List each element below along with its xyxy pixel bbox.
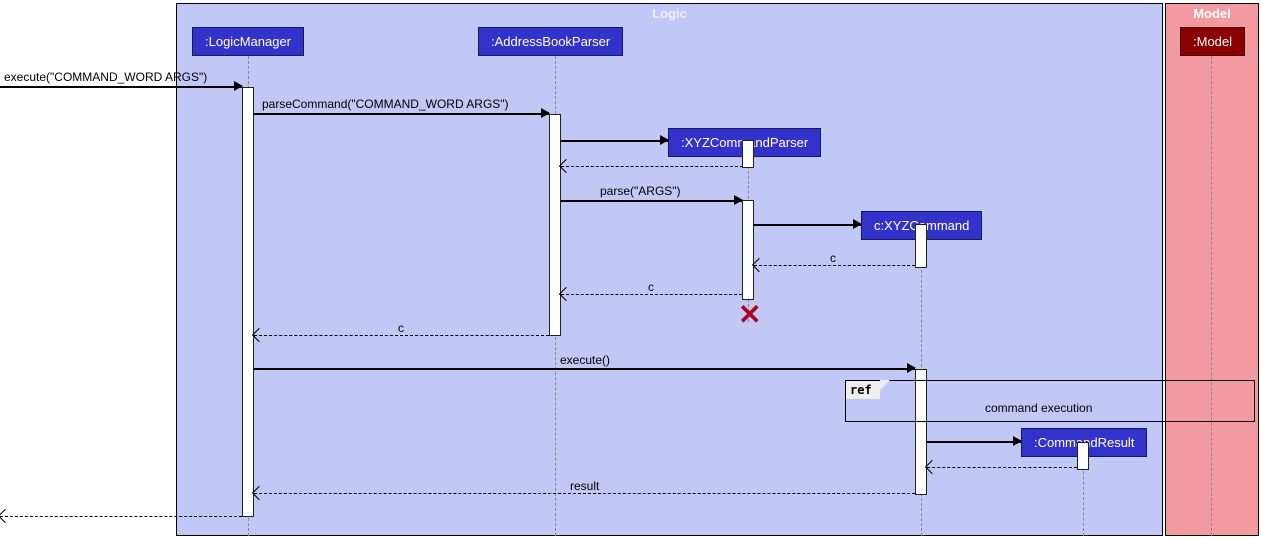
activation-xyzcommand-parser-1 bbox=[742, 140, 754, 168]
msg-m9: result bbox=[570, 479, 599, 493]
participant-model: :Model bbox=[1180, 27, 1245, 56]
arrow-return-xcp bbox=[561, 166, 743, 167]
arrow-final-return bbox=[0, 516, 242, 517]
arrow-m2 bbox=[254, 113, 549, 115]
activation-xyzcommand-1 bbox=[915, 224, 927, 268]
activation-addressbook-parser bbox=[549, 114, 561, 336]
arrow-m3 bbox=[561, 200, 742, 202]
model-region-label: Model bbox=[1165, 6, 1259, 21]
arrowhead-m7 bbox=[907, 363, 916, 373]
msg-m2: parseCommand("COMMAND_WORD ARGS") bbox=[262, 97, 509, 111]
msg-m8: command execution bbox=[985, 401, 1092, 415]
arrow-create-xcp bbox=[561, 140, 668, 142]
participant-logic-manager: :LogicManager bbox=[192, 27, 304, 56]
arrow-m4 bbox=[754, 265, 915, 266]
arrowhead-final-return bbox=[0, 509, 12, 523]
sequence-diagram: Logic Model :LogicManager :AddressBookPa… bbox=[0, 0, 1262, 539]
arrow-m7 bbox=[254, 368, 915, 370]
arrowhead-create-xcp bbox=[660, 135, 669, 145]
arrow-m9 bbox=[254, 493, 915, 494]
arrow-create-xc bbox=[754, 224, 861, 226]
msg-m5: c bbox=[648, 280, 654, 294]
msg-m4: c bbox=[830, 251, 836, 265]
arrowhead-m1 bbox=[234, 81, 243, 91]
msg-m1: execute("COMMAND_WORD ARGS") bbox=[4, 70, 207, 84]
arrow-m6 bbox=[254, 335, 549, 336]
arrowhead-create-xc bbox=[853, 219, 862, 229]
activation-logic-manager bbox=[242, 87, 254, 517]
msg-m3: parse("ARGS") bbox=[600, 184, 681, 198]
arrowhead-create-cr bbox=[1013, 436, 1022, 446]
arrowhead-m3 bbox=[734, 195, 743, 205]
participant-addressbook-parser: :AddressBookParser bbox=[478, 27, 623, 56]
arrowhead-m2 bbox=[541, 108, 550, 118]
logic-region bbox=[176, 3, 1163, 536]
ref-label: ref bbox=[845, 380, 880, 399]
arrow-m5 bbox=[561, 294, 742, 295]
activation-command-result bbox=[1077, 442, 1089, 470]
msg-m7: execute() bbox=[560, 353, 610, 367]
destroy-xyzcommand-parser: ✕ bbox=[738, 298, 761, 331]
model-region bbox=[1165, 3, 1259, 536]
arrow-return-cr bbox=[927, 467, 1077, 468]
activation-xyzcommand-parser-2 bbox=[742, 200, 754, 300]
lifeline-model bbox=[1211, 56, 1212, 536]
arrow-create-cr bbox=[927, 441, 1021, 443]
logic-region-label: Logic bbox=[176, 6, 1163, 21]
arrow-m1 bbox=[0, 86, 242, 88]
msg-m6: c bbox=[398, 321, 404, 335]
